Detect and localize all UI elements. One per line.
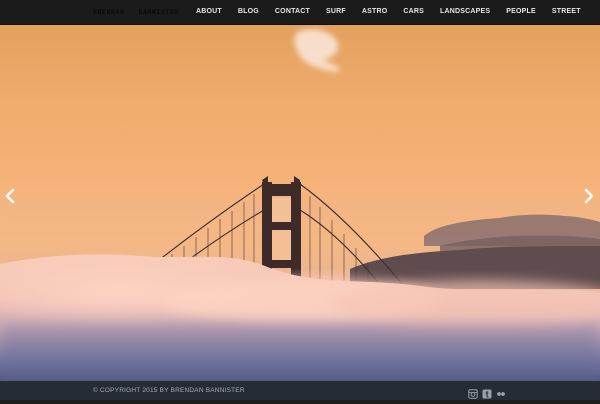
nav-cars[interactable]: CARS: [395, 0, 432, 24]
site-logo[interactable]: BRENDAN BANNISTER: [93, 8, 179, 17]
chevron-right-icon: [584, 188, 594, 204]
site-footer: © COPYRIGHT 2015 BY BRENDAN BANNISTER: [0, 381, 600, 400]
golden-gate-bridge-photo: [0, 24, 600, 381]
instagram-icon[interactable]: [468, 386, 478, 399]
slider-next-button[interactable]: [583, 187, 595, 205]
nav-blog[interactable]: BLOG: [230, 0, 267, 24]
logo-last-name: BANNISTER: [138, 9, 179, 16]
nav-people[interactable]: PEOPLE: [498, 0, 544, 24]
nav-landscapes[interactable]: LANDSCAPES: [432, 0, 498, 24]
nav-surf[interactable]: SURF: [318, 0, 354, 24]
nav-about[interactable]: ABOUT: [188, 0, 230, 24]
chevron-left-icon: [5, 188, 15, 204]
tumblr-icon[interactable]: [482, 386, 492, 398]
nav-street[interactable]: STREET: [544, 0, 589, 24]
hero-slideshow-image: [0, 24, 600, 381]
flickr-icon[interactable]: [496, 386, 506, 396]
nav-astro[interactable]: ASTRO: [354, 0, 396, 24]
social-links: [468, 385, 506, 399]
logo-first-name: BRENDAN: [93, 9, 125, 16]
slider-prev-button[interactable]: [4, 187, 16, 205]
top-navigation-bar: BRENDAN BANNISTER ABOUT BLOG CONTACT SUR…: [0, 0, 600, 25]
main-nav: ABOUT BLOG CONTACT SURF ASTRO CARS LANDS…: [188, 0, 589, 24]
nav-contact[interactable]: CONTACT: [267, 0, 318, 24]
copyright-text: © COPYRIGHT 2015 BY BRENDAN BANNISTER: [93, 387, 245, 394]
